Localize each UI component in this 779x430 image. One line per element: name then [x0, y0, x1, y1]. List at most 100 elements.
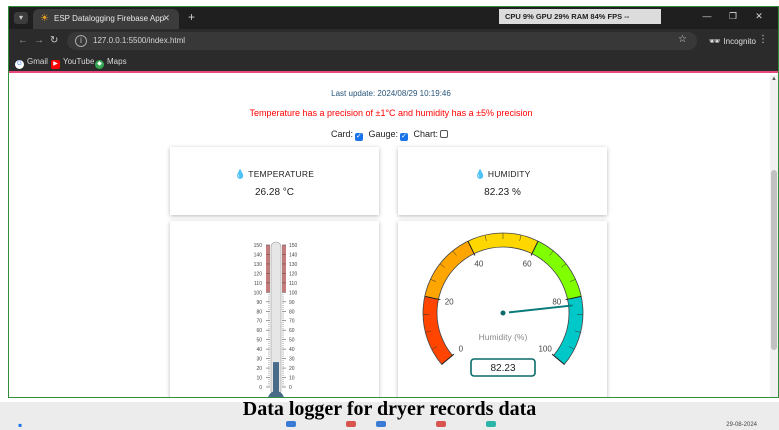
bookmark-maps[interactable]: ◆ Maps [95, 57, 127, 69]
thermo-tick-label-left: 140 [254, 252, 263, 258]
gauge-tick-label: 100 [538, 344, 552, 353]
figure-caption: Data logger for dryer records data [242, 398, 537, 420]
thermo-red-band-right [282, 245, 286, 293]
scrollbar-thumb[interactable] [771, 170, 777, 350]
incognito-icon: 🕶 [709, 36, 721, 46]
thermo-tick-label-right: 150 [289, 243, 298, 249]
thermo-tick-label-left: 0 [259, 385, 262, 391]
taskbar-app-icon[interactable] [486, 421, 496, 427]
tab-strip: ▾ ☀ ESP Datalogging Firebase App ✕ + CPU… [9, 7, 778, 29]
thermo-tick-label-left: 60 [256, 328, 262, 334]
thermo-tick-label-left: 90 [256, 300, 262, 306]
forward-icon[interactable]: → [34, 35, 44, 46]
bookmark-youtube[interactable]: ▶ YouTube [51, 57, 94, 69]
screenshot-frame: ▾ ☀ ESP Datalogging Firebase App ✕ + CPU… [0, 0, 779, 430]
thermo-tick-label-right: 30 [289, 357, 295, 363]
new-tab-button[interactable]: + [188, 10, 195, 24]
thermo-tick-label-right: 0 [289, 385, 292, 391]
thermo-tick-label-left: 50 [256, 338, 262, 344]
temperature-value: 26.28 °C [254, 187, 295, 198]
thermo-tick-label-right: 120 [289, 271, 298, 277]
taskbar-app-icon[interactable] [436, 421, 446, 427]
thermometer-card: 150 150 140 140 130 130 120 120 110 110 100 100 90 90… [170, 221, 379, 397]
maps-icon: ◆ [95, 60, 104, 69]
card-toggle-label: Card: [330, 129, 353, 139]
thermo-tick-label-left: 150 [254, 243, 263, 249]
thermo-tick-label-right: 60 [289, 328, 295, 334]
thermo-tick-label-right: 140 [289, 252, 298, 258]
chart-checkbox[interactable] [440, 130, 449, 138]
taskbar-date: 29-08-2024 [726, 422, 757, 428]
gauge-tick-label: 0 [459, 344, 464, 353]
performance-overlay: CPU 9% GPU 29% RAM 84% FPS -- [499, 9, 661, 24]
info-icon[interactable]: i [75, 35, 87, 47]
gauge-checkbox[interactable]: ✓ [400, 133, 409, 141]
tab-esp-datalogging[interactable]: ☀ ESP Datalogging Firebase App ✕ [33, 9, 179, 29]
humidity-card-title: 💧 HUMIDITY [474, 169, 531, 179]
last-update-text: Last update: 2024/08/29 10:19:46 [331, 89, 451, 98]
gauge-tick-label: 40 [474, 260, 483, 269]
thermo-tick-label-right: 40 [289, 347, 295, 353]
card-checkbox[interactable]: ✓ [354, 133, 363, 141]
tab-close-icon[interactable]: ✕ [162, 13, 170, 24]
thermo-tick-label-left: 80 [256, 309, 262, 315]
thermo-tick-label-right: 130 [289, 262, 298, 268]
thermo-tick-label-right: 90 [289, 300, 295, 306]
thermo-tick-label-right: 20 [289, 366, 295, 372]
gauge-tick-label: 60 [523, 260, 532, 269]
close-window-icon[interactable]: ✕ [746, 11, 772, 22]
gauge-toggle-label: Gauge: [368, 129, 399, 139]
browser-toolbar: ← → ↻ i 127.0.0.1:5500/index.html ☆ 🕶 Inc… [9, 29, 778, 53]
thermo-tick-label-left: 10 [256, 376, 262, 382]
temperature-card: 💧 TEMPERATURE 26.28 °C [170, 147, 379, 215]
thermometer-gauge: 150 150140 140130 130120 120110 110100 10090 90… [254, 241, 298, 397]
thermo-tick-label-left: 120 [254, 271, 263, 277]
bookmark-star-icon[interactable]: ☆ [678, 34, 687, 45]
thermo-tick-label-left: 40 [256, 347, 262, 353]
gauge-color-band [424, 241, 475, 300]
gauge-needle [508, 304, 573, 314]
thermo-tick-label-right: 80 [289, 309, 295, 315]
window-controls: — ❐ ✕ [694, 11, 772, 22]
address-bar[interactable]: i 127.0.0.1:5500/index.html ☆ [67, 32, 697, 50]
incognito-badge[interactable]: 🕶 Incognito [709, 34, 756, 48]
thermo-tick-label-left: 30 [256, 357, 262, 363]
gauge-label: Humidity (%) [479, 332, 528, 342]
google-icon: G [15, 60, 24, 69]
browser-window: ▾ ☀ ESP Datalogging Firebase App ✕ + CPU… [8, 6, 779, 398]
precision-note: Temperature has a precision of ±1°C and … [249, 108, 533, 118]
reload-icon[interactable]: ↻ [50, 35, 58, 46]
restore-icon[interactable]: ❐ [720, 11, 746, 22]
humidity-card: 💧 HUMIDITY 82.23 % [398, 147, 607, 215]
gauge-tick-label: 80 [552, 298, 561, 307]
taskbar-app-icon[interactable] [376, 421, 386, 427]
gauge-color-band [531, 241, 582, 300]
taskbar-app-icon[interactable] [286, 421, 296, 427]
thermo-tick-label-left: 100 [254, 290, 263, 296]
sun-icon: ☀ [40, 13, 49, 24]
address-url[interactable]: 127.0.0.1:5500/index.html [93, 36, 185, 45]
thermo-tick-label-right: 70 [289, 319, 295, 325]
temperature-card-title: 💧 TEMPERATURE [234, 169, 315, 179]
tab-search-icon[interactable]: ▾ [14, 12, 28, 24]
bookmarks-bar: G Gmail ▶ YouTube ◆ Maps [9, 53, 778, 73]
minimize-icon[interactable]: — [694, 11, 720, 21]
water-drop-icon: 💧 [474, 169, 486, 179]
humidity-gauge-card: 0 20 40 60 80 100 Humidity (%) 82.23 [398, 221, 607, 397]
thermometer-bulb [268, 391, 284, 397]
page-scrollbar[interactable]: ▲ [770, 75, 778, 397]
taskbar-app-icon[interactable] [346, 421, 356, 427]
browser-menu-icon[interactable]: ⋮ [758, 34, 768, 45]
gauge-needle-hub [500, 310, 506, 316]
thermo-tick-label-right: 110 [289, 281, 297, 287]
scroll-up-icon[interactable]: ▲ [770, 76, 778, 82]
page-content: Last update: 2024/08/29 10:19:46 Tempera… [9, 75, 778, 397]
bookmark-gmail[interactable]: G Gmail [15, 57, 48, 69]
gauge-value-text: 82.23 [490, 363, 515, 374]
thermo-tick-label-left: 70 [256, 319, 262, 325]
humidity-gauge: 0 20 40 60 80 100 Humidity (%) 82.23 [422, 232, 584, 377]
back-icon[interactable]: ← [18, 35, 28, 46]
gauge-tick-label: 20 [445, 298, 454, 307]
thermo-red-band-left [266, 245, 270, 293]
chart-toggle-label: Chart: [413, 129, 439, 139]
